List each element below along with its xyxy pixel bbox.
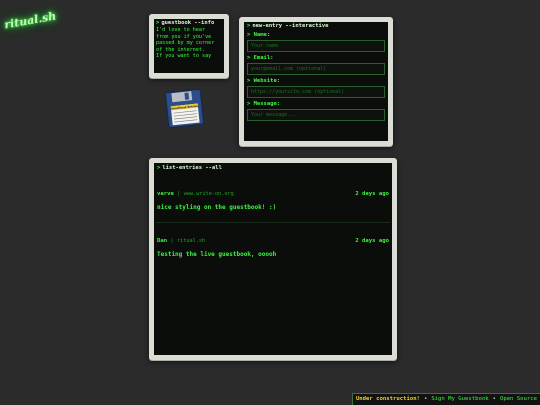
entry-window-title: > new-entry --interactive — [247, 23, 329, 29]
list-item: varve | www.write-on.org 2 days ago nice… — [157, 191, 389, 211]
email-label: > Email: — [247, 55, 274, 61]
entry-divider — [156, 222, 390, 223]
separator-dot: • — [492, 396, 496, 402]
website-input[interactable]: https://yoursite.com (optional) — [247, 86, 385, 98]
guestbook-info-window: > guestbook --info I'd love to hear from … — [149, 14, 229, 78]
separator-dot: • — [423, 396, 428, 402]
info-window-title: > guestbook --info — [156, 20, 215, 26]
message-label: > Message: — [247, 101, 281, 107]
entry-author: varve — [157, 191, 174, 197]
site-logo[interactable]: ritual.sh — [3, 10, 57, 32]
entry-message: Testing the live guestbook, ooooh — [157, 251, 277, 258]
entry-separator: | — [170, 238, 174, 244]
list-item: Dan | ritual.sh 2 days ago Testing the l… — [157, 238, 389, 258]
entry-website-link[interactable]: www.write-on.org — [184, 191, 234, 197]
email-input[interactable]: your@email.com (optional) — [247, 63, 385, 75]
construction-warning: Under construction! — [355, 396, 420, 402]
entry-timestamp: 2 days ago — [355, 238, 389, 244]
name-label: > Name: — [247, 32, 271, 38]
floppy-disk-icon[interactable]: Guestbook Entries — [164, 88, 205, 129]
new-entry-window: > new-entry --interactive > Name: Your na… — [239, 17, 393, 146]
status-bar: Under construction! • Sign My Guestbook • Op… — [351, 393, 540, 405]
info-text: I'd love to hear from you if you've pass… — [156, 27, 215, 59]
entry-website-link[interactable]: ritual.sh — [177, 238, 205, 244]
name-input[interactable]: Your name — [247, 40, 385, 52]
entry-separator: | — [177, 191, 181, 197]
entry-timestamp: 2 days ago — [355, 191, 389, 197]
website-label: > Website: — [247, 78, 281, 84]
entry-message: nice styling on the guestbook! :) — [157, 204, 277, 211]
open-source-link[interactable]: Open Source — [500, 396, 537, 402]
message-input[interactable]: Your message... — [247, 109, 385, 121]
entry-author: Dan — [157, 238, 168, 244]
list-window-title: > list-entries --all — [157, 165, 222, 171]
sign-guestbook-link[interactable]: Sign My Guestbook — [431, 396, 488, 402]
list-entries-window: > list-entries --all varve | www.write-on… — [149, 158, 397, 360]
